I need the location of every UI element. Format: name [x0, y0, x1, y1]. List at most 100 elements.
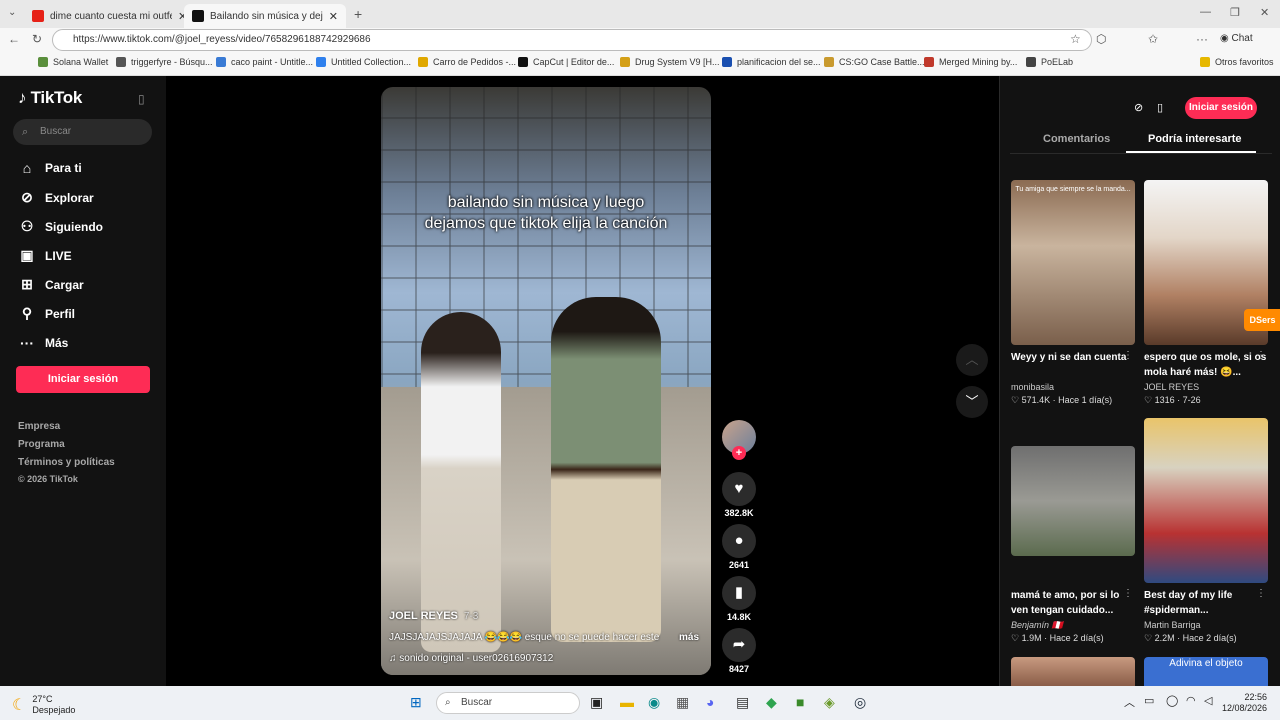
tiktok-logo[interactable]: ♪ TikTok [18, 88, 82, 108]
bookmark-item[interactable]: Merged Mining by... [924, 57, 1017, 67]
collapse-sidebar-icon[interactable]: ▯ [138, 92, 145, 106]
search-input[interactable]: ⌕ Buscar [13, 119, 152, 145]
more-options-icon[interactable]: ⋮ [1256, 350, 1266, 361]
extensions-icon[interactable]: ⬡ [1096, 32, 1106, 46]
temperature: 27°C [32, 694, 53, 704]
bookmark-item[interactable]: CapCut | Editor de... [518, 57, 614, 67]
dsers-extension-badge[interactable]: DSers [1244, 309, 1280, 331]
windows-start-icon[interactable]: ⊞ [410, 694, 422, 711]
nav-perfil[interactable]: ⚲ Perfil [18, 305, 75, 322]
footer-empresa[interactable]: Empresa [18, 421, 60, 432]
comment-icon: ● [734, 532, 744, 549]
like-button[interactable]: ♥ [722, 472, 756, 506]
nav-mas[interactable]: ··· Más [18, 335, 68, 351]
weather-widget[interactable]: ☾ 27°C Despejado [12, 694, 75, 716]
more-options-icon[interactable]: ⋮ [1123, 350, 1133, 361]
star-icon[interactable]: ☆ [1070, 32, 1081, 46]
video-author[interactable]: JOEL REYES 7-3 [389, 610, 478, 622]
nav-cargar[interactable]: ⊞ Cargar [18, 276, 84, 293]
minimize-icon[interactable]: — [1200, 6, 1211, 18]
browser-tab-2[interactable]: Bailando sin música y dejando que ✕ [184, 4, 346, 28]
youtube-icon [32, 10, 44, 22]
card-meta: ♡ 2.2M · Hace 2 día(s) [1144, 633, 1237, 643]
system-clock[interactable]: 22:56 12/08/2026 [1222, 692, 1267, 714]
menu-dots-icon[interactable]: ··· [1196, 32, 1208, 46]
tab-list-icon[interactable]: ⌄ [8, 7, 16, 18]
tab-podria-interesarte[interactable]: Podría interesarte [1148, 133, 1242, 145]
new-tab-icon[interactable]: + [354, 6, 362, 22]
nav-para-ti[interactable]: ⌂ Para ti [18, 160, 82, 176]
back-icon[interactable]: ← [8, 32, 20, 46]
bookmark-item[interactable]: Untitled Collection... [316, 57, 411, 67]
compass-icon[interactable]: ⊘ [1134, 101, 1143, 114]
clock-date: 12/08/2026 [1222, 703, 1268, 713]
minecraft-icon[interactable]: ■ [796, 694, 804, 710]
window-close-icon[interactable]: ✕ [1260, 6, 1269, 19]
tab-comentarios[interactable]: Comentarios [1043, 133, 1110, 145]
video-player[interactable]: bailando sin música y luego dejamos que … [381, 87, 711, 675]
footer-programa[interactable]: Programa [18, 439, 65, 450]
bookmark-item[interactable]: Solana Wallet [38, 57, 108, 67]
previous-video-button[interactable]: ︿ [956, 344, 988, 376]
login-button[interactable]: Iniciar sesión [16, 366, 150, 393]
bookmark-item[interactable]: planificacion del se... [722, 57, 821, 67]
dancer-right [551, 297, 661, 642]
login-button[interactable]: Iniciar sesión [1185, 97, 1257, 119]
chevron-up-icon: ︿ [965, 352, 979, 367]
game-icon[interactable]: ◈ [824, 694, 835, 711]
taskbar-search[interactable]: ⌕ Buscar [436, 692, 580, 714]
footer-terminos[interactable]: Términos y políticas [18, 457, 115, 468]
maximize-icon[interactable]: ❐ [1230, 6, 1240, 19]
share-button[interactable]: ➦ [722, 628, 756, 662]
search-icon: ⌕ [22, 126, 29, 138]
bookmark-item[interactable]: caco paint - Untitle... [216, 57, 313, 67]
volume-icon[interactable]: ◁ [1204, 694, 1212, 707]
nav-siguiendo[interactable]: ⚇ Siguiendo [18, 218, 103, 235]
favorites-icon[interactable]: ✩ [1148, 32, 1158, 46]
next-video-button[interactable]: ﹀ [956, 386, 988, 418]
refresh-icon[interactable]: ↻ [32, 32, 42, 46]
close-icon[interactable]: ✕ [329, 10, 338, 23]
video-thumbnail [1144, 418, 1268, 583]
nav-explorar[interactable]: ⊘ Explorar [18, 189, 94, 206]
terminal-icon[interactable]: ▤ [736, 694, 749, 711]
favorites-bar: Solana Wallet triggerfyre - Búsqu... cac… [0, 52, 1280, 76]
video-date: 7-3 [463, 611, 479, 622]
bookmark-item[interactable]: PoELab [1026, 57, 1073, 67]
nav-live[interactable]: ▣ LIVE [18, 247, 71, 264]
logo-text: TikTok [30, 88, 83, 107]
file-explorer-icon[interactable]: ▬ [620, 694, 634, 710]
video-sound[interactable]: ♫ sonido original - user02616907312 [389, 653, 553, 664]
more-link[interactable]: más [679, 632, 699, 643]
bookmark-item[interactable]: Drug System V9 [H... [620, 57, 720, 67]
like-count: 382.8K [724, 508, 754, 518]
more-options-icon[interactable]: ⋮ [1256, 588, 1266, 599]
bookmark-item[interactable]: triggerfyre - Búsqu... [116, 57, 213, 67]
comment-button[interactable]: ● [722, 524, 756, 558]
taskbar: ☾ 27°C Despejado ⊞ ⌕ Buscar ▣ ▬ ◉ ▦ ◕ ▤ ◆… [0, 686, 1280, 720]
discord-icon[interactable]: ◕ [706, 694, 714, 710]
chevron-up-icon[interactable]: ︿ [1124, 694, 1135, 710]
bookmark-item[interactable]: CS:GO Case Battle... [824, 57, 925, 67]
device-icon[interactable]: ▯ [1157, 101, 1163, 114]
address-bar[interactable]: https://www.tiktok.com/@joel_reyess/vide… [52, 29, 1092, 51]
steam-icon[interactable]: ◎ [854, 694, 866, 711]
save-button[interactable]: ▮ [722, 576, 756, 610]
video-thumbnail[interactable]: Adivina el objeto [1144, 657, 1268, 686]
app-icon[interactable]: ◆ [766, 694, 777, 711]
wifi-icon[interactable]: ◠ [1186, 694, 1196, 707]
battery-icon[interactable]: ▭ [1144, 694, 1154, 707]
task-view-icon[interactable]: ▣ [590, 694, 603, 711]
bookmark-item[interactable]: Carro de Pedidos -... [418, 57, 516, 67]
app-icon[interactable]: ▦ [676, 694, 689, 711]
more-options-icon[interactable]: ⋮ [1123, 588, 1133, 599]
edge-icon[interactable]: ◉ [648, 694, 660, 711]
copilot-chat-button[interactable]: ◉ Chat [1220, 33, 1253, 44]
heart-icon: ♡ [1144, 395, 1155, 405]
other-favorites[interactable]: Otros favoritos [1200, 57, 1274, 67]
follow-plus-button[interactable]: + [732, 446, 746, 460]
video-thumbnail[interactable] [1011, 657, 1135, 686]
home-icon: ⌂ [22, 160, 32, 176]
browser-tab-1[interactable]: dime cuanto cuesta mi outfeet cal ✕ [24, 4, 195, 28]
microphone-icon[interactable]: ◯ [1166, 694, 1178, 707]
